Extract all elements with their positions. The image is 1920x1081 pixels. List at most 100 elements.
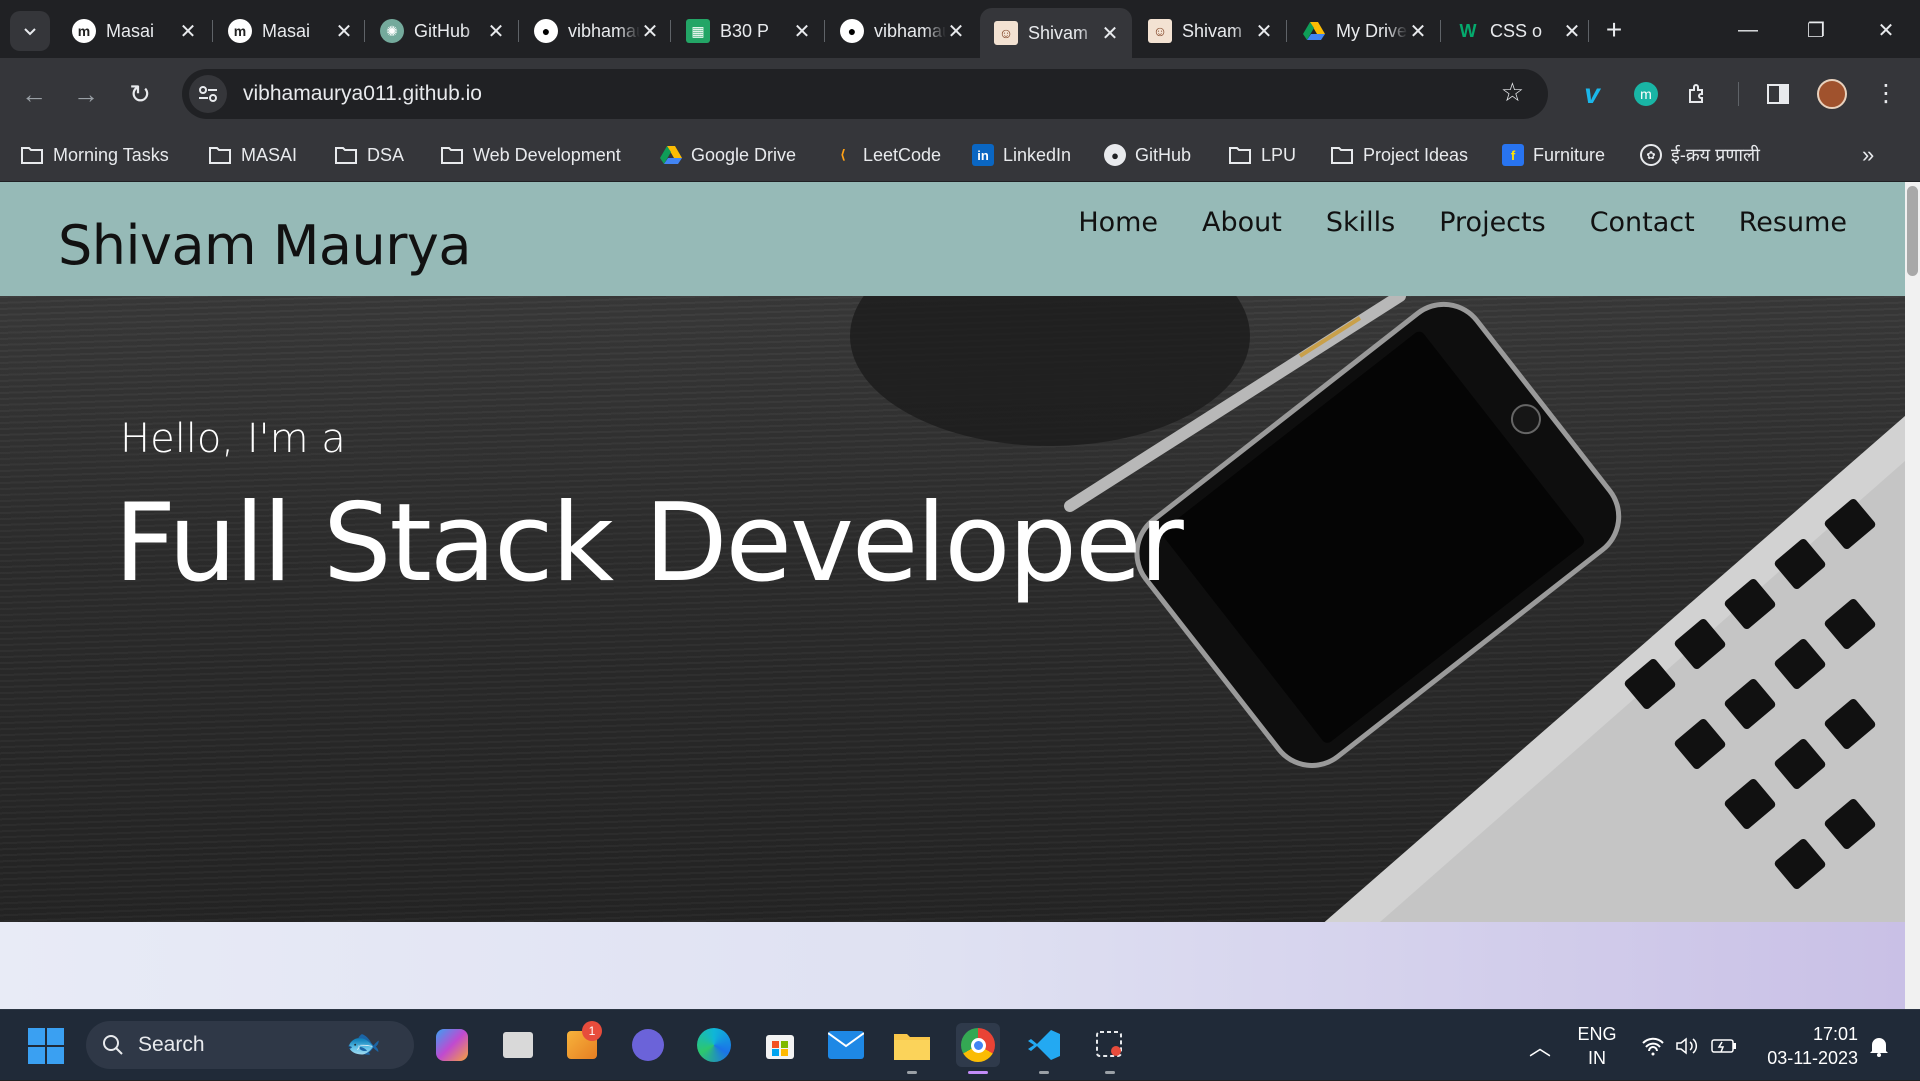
folder-icon: [21, 147, 43, 164]
tab-3[interactable]: ● vibhamaurya ✕: [520, 8, 672, 54]
clock-date: 03-11-2023: [1767, 1047, 1858, 1068]
bookmark-linkedin[interactable]: in LinkedIn: [972, 138, 1071, 172]
tab-title: Masai: [106, 20, 155, 41]
nav-link-home[interactable]: Home: [1078, 207, 1158, 238]
edge-browser-icon[interactable]: [692, 1023, 736, 1067]
hero-section: Hello, I'm a Full Stack Developer: [0, 296, 1905, 922]
search-highlight-fish-icon: 🐟: [346, 1028, 381, 1059]
chrome-icon[interactable]: [956, 1023, 1000, 1074]
minimize-icon[interactable]: —: [1718, 10, 1778, 50]
reload-icon[interactable]: ↻: [120, 74, 160, 114]
bookmark-project-ideas[interactable]: Project Ideas: [1330, 138, 1468, 172]
running-indicator: [1039, 1071, 1049, 1074]
vscode-icon[interactable]: [1022, 1023, 1066, 1074]
back-arrow-icon[interactable]: ←: [14, 74, 54, 114]
task-view-icon[interactable]: [496, 1023, 540, 1067]
vimeo-extension-icon[interactable]: v: [1574, 76, 1610, 112]
bookmarks-bar: Morning Tasks MASAI DSA Web Development …: [0, 130, 1920, 182]
bookmark-label: Google Drive: [691, 144, 797, 165]
site-logo[interactable]: Shivam Maurya: [58, 214, 471, 277]
tab-7[interactable]: ☺ Shivam ✕: [1134, 8, 1286, 54]
bookmark-leetcode[interactable]: ⟨ LeetCode: [832, 138, 941, 172]
bookmark-github[interactable]: ● GitHub: [1104, 138, 1191, 172]
nav-link-skills[interactable]: Skills: [1326, 207, 1395, 238]
avatar-icon: ☺: [994, 21, 1018, 45]
tab-9[interactable]: W CSS o ✕: [1442, 8, 1594, 54]
notification-bell-icon[interactable]: [1864, 1010, 1894, 1081]
tab-0[interactable]: m Masai ✕: [58, 8, 210, 54]
close-icon[interactable]: ✕: [1254, 19, 1274, 44]
tab-title: Shivam: [1028, 22, 1089, 43]
address-bar[interactable]: vibhamaurya011.github.io ☆: [182, 69, 1548, 119]
mail-icon[interactable]: [824, 1023, 868, 1067]
file-explorer-icon[interactable]: [890, 1023, 934, 1074]
widgets-icon[interactable]: 1: [560, 1021, 604, 1067]
tab-5[interactable]: ● vibhamaurya ✕: [826, 8, 978, 54]
page-scrollbar[interactable]: [1905, 182, 1920, 1009]
close-icon[interactable]: ✕: [486, 19, 506, 44]
bookmark-morning-tasks[interactable]: Morning Tasks: [20, 138, 169, 172]
profile-avatar-icon[interactable]: [1814, 76, 1850, 112]
tab-6-active[interactable]: ☺ Shivam ✕: [980, 8, 1132, 58]
language-indicator[interactable]: ENG IN: [1572, 1010, 1622, 1081]
volume-icon[interactable]: [1672, 1010, 1702, 1081]
bookmark-furniture[interactable]: f Furniture: [1502, 138, 1605, 172]
close-icon[interactable]: ✕: [1562, 19, 1582, 44]
bookmark-star-icon[interactable]: ☆: [1501, 77, 1524, 108]
copilot-pre-icon[interactable]: [430, 1023, 474, 1067]
clock[interactable]: 17:01 03-11-2023: [1748, 1010, 1858, 1081]
snipping-tool-icon[interactable]: [1088, 1023, 1132, 1074]
bookmark-masai[interactable]: MASAI: [208, 138, 297, 172]
drive-icon: [660, 146, 682, 164]
nav-link-contact[interactable]: Contact: [1590, 207, 1695, 238]
leetcode-icon: ⟨: [840, 147, 846, 162]
close-icon[interactable]: ✕: [792, 19, 812, 44]
tab-4[interactable]: ▦ B30 P ✕: [672, 8, 824, 54]
site-info-tune-icon[interactable]: [189, 75, 227, 113]
close-icon[interactable]: ✕: [1100, 21, 1120, 46]
bookmark-google-drive[interactable]: Google Drive: [660, 138, 796, 172]
new-tab-plus-icon[interactable]: +: [1598, 14, 1630, 46]
wifi-icon[interactable]: [1638, 1010, 1668, 1081]
bookmark-web-development[interactable]: Web Development: [440, 138, 621, 172]
close-icon[interactable]: ✕: [178, 19, 198, 44]
tab-search-button[interactable]: [10, 11, 50, 51]
side-panel-icon[interactable]: [1760, 76, 1796, 112]
window-close-icon[interactable]: ✕: [1856, 10, 1916, 50]
bookmark-e-kray-pranali[interactable]: ✿ ई-क्रय प्रणाली: [1640, 138, 1760, 172]
tab-title: B30 P: [720, 20, 770, 41]
tab-title: vibhamaurya: [874, 20, 946, 41]
folder-icon: [335, 147, 357, 164]
forward-arrow-icon[interactable]: →: [66, 74, 106, 114]
url-text[interactable]: vibhamaurya011.github.io: [243, 82, 482, 106]
bookmark-dsa[interactable]: DSA: [334, 138, 404, 172]
teams-chat-icon[interactable]: [626, 1023, 670, 1067]
nav-link-projects[interactable]: Projects: [1439, 207, 1545, 238]
avatar-icon: ☺: [1148, 19, 1172, 43]
browser-toolbar: ← → ↻ vibhamaurya011.github.io ☆ v m ⋮: [0, 58, 1920, 130]
tab-8[interactable]: My Drive ✕: [1288, 8, 1440, 54]
masai-extension-icon[interactable]: m: [1628, 76, 1664, 112]
close-icon[interactable]: ✕: [334, 19, 354, 44]
taskbar-search[interactable]: Search 🐟: [86, 1021, 414, 1069]
scrollbar-thumb[interactable]: [1907, 186, 1918, 276]
menu-kebab-icon[interactable]: ⋮: [1868, 76, 1904, 112]
extensions-puzzle-icon[interactable]: [1680, 76, 1716, 112]
tab-1[interactable]: m Masai ✕: [214, 8, 366, 54]
running-indicator: [907, 1071, 917, 1074]
battery-icon[interactable]: [1708, 1010, 1740, 1081]
close-icon[interactable]: ✕: [640, 19, 660, 44]
tab-2[interactable]: ✺ GitHub ✕: [366, 8, 518, 54]
more-bookmarks-chevron-icon[interactable]: »: [1862, 138, 1874, 172]
windows-start-icon[interactable]: [28, 1028, 64, 1069]
show-hidden-icons-chevron-icon[interactable]: ︿: [1524, 1010, 1556, 1081]
nav-link-resume[interactable]: Resume: [1739, 207, 1847, 238]
microsoft-store-icon[interactable]: [758, 1023, 802, 1067]
close-icon[interactable]: ✕: [946, 19, 966, 44]
restore-icon[interactable]: ❐: [1786, 10, 1846, 50]
close-icon[interactable]: ✕: [1408, 19, 1428, 44]
masai-icon: m: [72, 19, 96, 43]
nav-link-about[interactable]: About: [1202, 207, 1282, 238]
bookmark-lpu[interactable]: LPU: [1228, 138, 1296, 172]
bookmark-label: LPU: [1261, 144, 1297, 165]
